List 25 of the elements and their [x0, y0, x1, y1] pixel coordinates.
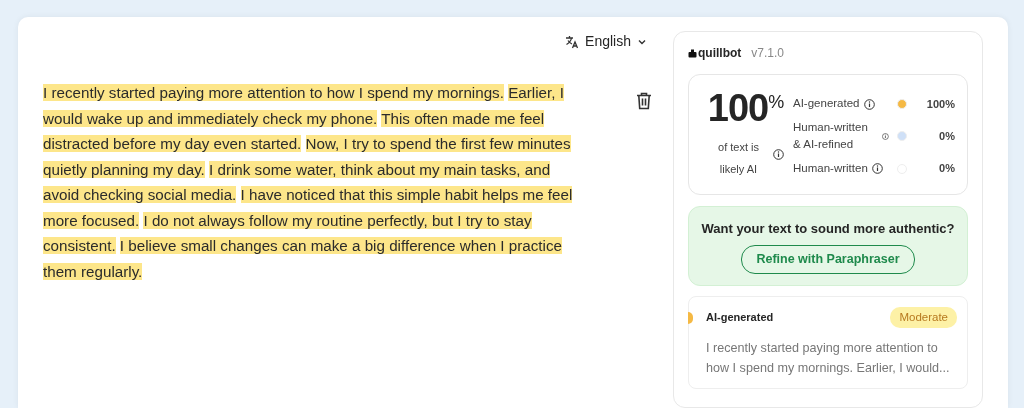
info-icon[interactable]: [772, 149, 784, 161]
essay-text[interactable]: I recently started paying more attention to how I spend my mornings. Earlier, I would wake up and immediately check my phone. This often made me feel distracted before my day even started. Now, I try to spend the first few minutes quietly planning my day. I drink some water, think about my main tasks, and avoid checking social media. I have noticed that this simple habit helps me feel more focused. I do not always follow my routine perfectly, but I try to stay consistent. I believe small changes can make a big difference when I practice them regularly.: [43, 80, 588, 284]
result-label: AI-generated: [706, 310, 774, 326]
version-label: v7.1.0: [751, 45, 785, 62]
promo-text: Want your text to sound more authentic?: [700, 219, 956, 238]
category-label: Human-written: [793, 160, 868, 176]
category-percent: 100%: [925, 96, 955, 112]
language-selector[interactable]: English: [563, 31, 649, 52]
refine-button[interactable]: Refine with Paraphraser: [741, 245, 915, 274]
score-value: 100%: [707, 89, 785, 128]
info-icon[interactable]: [882, 130, 889, 142]
chevron-down-icon: [637, 37, 647, 46]
category-percent: 0%: [938, 161, 955, 177]
result-excerpt: I recently started paying more attention to how I spend my mornings. Earlier, I would...: [706, 340, 951, 377]
severity-badge: Moderate: [890, 306, 957, 328]
trash-icon[interactable]: [636, 92, 652, 110]
score-caption: of text is likely AI: [717, 140, 760, 177]
category-percent: 0%: [938, 129, 955, 144]
translate-icon: [565, 34, 580, 49]
result-card[interactable]: AI-generated Moderate I recently started paying more attention to how I spend my mornings. Earlier, I would...: [688, 295, 968, 389]
info-icon[interactable]: [863, 98, 875, 110]
brand-logo: quillbot: [688, 44, 742, 62]
category-label: AI-generated: [793, 96, 860, 112]
info-icon[interactable]: [871, 163, 883, 174]
category-label: Human-written & AI-refined: [793, 120, 869, 153]
